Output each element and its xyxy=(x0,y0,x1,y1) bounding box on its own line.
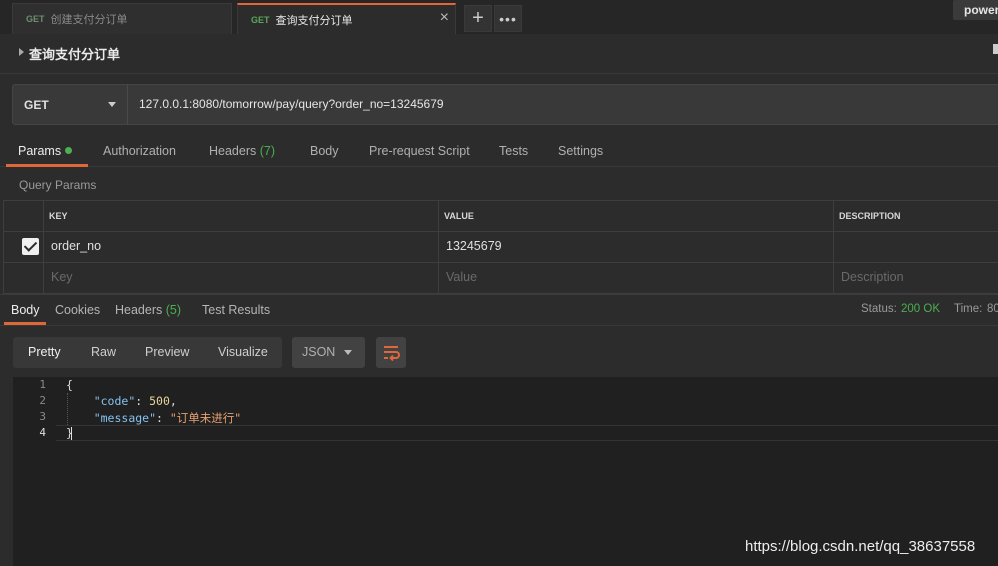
json-key: "code" xyxy=(93,394,136,408)
tab-body[interactable]: Body xyxy=(310,144,339,158)
caret-right-icon[interactable] xyxy=(19,48,24,56)
time-label: Time: xyxy=(954,303,983,315)
line-number: 2 xyxy=(39,394,46,407)
new-description-input[interactable]: Description xyxy=(841,270,904,284)
response-tab-body[interactable]: Body xyxy=(11,303,40,317)
param-value-cell[interactable]: 13245679 xyxy=(446,239,502,253)
panel-toggle-icon[interactable] xyxy=(993,44,998,54)
watermark: https://blog.csdn.net/qq_38637558 xyxy=(745,538,976,555)
json-key: "message" xyxy=(93,411,157,425)
raw-button[interactable]: Raw xyxy=(91,345,116,359)
request-title[interactable]: 查询支付分订单 xyxy=(29,44,120,63)
tab-headers[interactable]: Headers (7) xyxy=(209,144,275,158)
divider xyxy=(438,201,439,294)
time-value: 80 xyxy=(987,303,998,315)
close-icon[interactable]: × xyxy=(440,9,449,27)
wrap-lines-icon xyxy=(384,346,400,362)
tab-pre-request-script[interactable]: Pre-request Script xyxy=(369,144,470,158)
new-value-input[interactable]: Value xyxy=(446,270,477,284)
environment-button[interactable]: power xyxy=(953,0,998,20)
tab-query-order[interactable]: GET 查询支付分订单 × xyxy=(237,3,456,34)
tab-tests[interactable]: Tests xyxy=(499,144,528,158)
json-number: 500 xyxy=(149,394,170,408)
json-string: "订单未进行" xyxy=(169,411,242,425)
new-tab-button[interactable]: + xyxy=(464,5,492,32)
status-label: Status: xyxy=(861,303,897,315)
divider xyxy=(43,201,44,294)
divider xyxy=(3,201,4,294)
url-input[interactable]: 127.0.0.1:8080/tomorrow/pay/query?order_… xyxy=(139,97,444,111)
status-badge: 200 OK xyxy=(901,303,940,315)
tab-settings[interactable]: Settings xyxy=(558,144,603,158)
column-header-key: KEY xyxy=(49,211,68,221)
tab-headers-label: Headers xyxy=(209,144,257,158)
divider xyxy=(0,325,998,326)
tab-method: GET xyxy=(251,14,270,25)
line-number: 1 xyxy=(39,378,46,391)
current-line-highlight xyxy=(56,425,998,441)
request-name-bar xyxy=(0,34,998,74)
tab-label: 创建支付分订单 xyxy=(50,14,128,26)
tab-params[interactable]: Params xyxy=(18,144,73,158)
code-line: "code": 500, xyxy=(93,394,177,408)
divider xyxy=(833,201,834,294)
pretty-button[interactable]: Pretty xyxy=(28,345,61,359)
response-tab-headers[interactable]: Headers (5) xyxy=(115,303,181,317)
tab-create-order[interactable]: GET 创建支付分订单 xyxy=(12,3,232,34)
column-header-value: VALUE xyxy=(444,211,474,221)
headers-count: (7) xyxy=(259,144,276,158)
tab-authorization[interactable]: Authorization xyxy=(103,144,176,158)
chevron-down-icon[interactable] xyxy=(108,102,116,107)
status-value: 200 OK xyxy=(901,303,940,315)
more-options-button[interactable]: ••• xyxy=(494,5,522,32)
divider xyxy=(3,262,998,263)
chevron-down-icon[interactable] xyxy=(344,350,352,355)
tab-params-label: Params xyxy=(18,144,62,158)
tab-label: 查询支付分订单 xyxy=(275,14,353,27)
response-headers-label: Headers xyxy=(115,303,163,317)
active-tab-indicator xyxy=(6,164,88,167)
text-cursor xyxy=(71,427,72,440)
query-params-label: Query Params xyxy=(19,178,97,192)
tab-method: GET xyxy=(26,14,45,24)
line-number: 3 xyxy=(39,410,46,423)
code-line: { xyxy=(66,378,73,392)
divider xyxy=(3,231,998,232)
line-number: 4 xyxy=(39,426,46,439)
preview-button[interactable]: Preview xyxy=(145,345,189,359)
response-headers-count: (5) xyxy=(165,303,182,317)
param-enabled-checkbox[interactable] xyxy=(22,238,39,255)
param-key-cell[interactable]: order_no xyxy=(51,239,101,253)
wrap-lines-button[interactable] xyxy=(376,337,406,368)
code-line: "message": "订单未进行" xyxy=(93,411,242,425)
visualize-button[interactable]: Visualize xyxy=(218,345,268,359)
divider xyxy=(0,294,998,295)
format-select[interactable]: JSON xyxy=(292,337,365,368)
response-tab-test-results[interactable]: Test Results xyxy=(202,303,270,317)
active-dot-icon xyxy=(65,147,73,154)
column-header-description: DESCRIPTION xyxy=(839,211,901,221)
response-tab-cookies[interactable]: Cookies xyxy=(55,303,100,317)
new-key-input[interactable]: Key xyxy=(51,270,73,284)
